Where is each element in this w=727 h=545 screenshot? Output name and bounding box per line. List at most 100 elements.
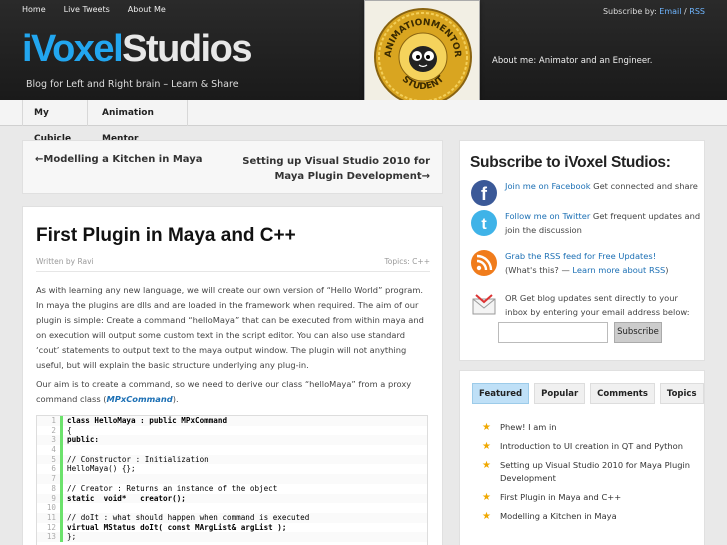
subscribe-title: Subscribe to iVoxel Studios:: [470, 154, 671, 171]
subscribe-rss-link[interactable]: RSS: [689, 7, 705, 16]
logo-part-1: iVoxel: [22, 28, 124, 70]
code-line-number: 13: [37, 532, 63, 542]
rss-text: Grab the RSS feed for Free Updates! (Wha…: [505, 249, 701, 277]
featured-item-label: Setting up Visual Studio 2010 for Maya P…: [500, 460, 691, 483]
facebook-text: Join me on Facebook Get connected and sh…: [505, 179, 701, 193]
code-line: 12 virtual MStatus doIt( const MArgList& …: [37, 522, 427, 533]
para2-before: Our aim is to create a command, so we ne…: [36, 379, 412, 404]
code-line-number: 6: [37, 464, 63, 475]
code-line-text: {: [67, 425, 72, 435]
code-line-number: 3: [37, 435, 63, 446]
code-line-number: 2: [37, 425, 63, 436]
twitter-text: Follow me on Twitter Get frequent update…: [505, 209, 701, 237]
rss-whats-this: (What's this? —: [505, 265, 573, 275]
featured-item-label: First Plugin in Maya and C++: [500, 492, 622, 502]
code-line-number: 7: [37, 474, 63, 484]
rss-close-paren: ): [665, 265, 669, 275]
site-logo[interactable]: iVoxelStudios: [22, 28, 252, 71]
prev-post-link[interactable]: ←Modelling a Kitchen in Maya: [35, 154, 203, 165]
email-icon: [472, 294, 496, 315]
list-item[interactable]: ★ Phew! I am in: [482, 421, 692, 434]
post-article: First Plugin in Maya and C++ Written by …: [22, 206, 443, 545]
post-topics[interactable]: Topics: C++: [385, 257, 431, 266]
code-line: 13};: [37, 532, 427, 542]
code-line-number: 10: [37, 503, 63, 513]
subscribe-by-label: Subscribe by:: [602, 7, 657, 16]
tabbed-widget: Featured Popular Comments Topics ★ Phew! …: [459, 370, 705, 545]
code-line: 10: [37, 503, 427, 513]
featured-list: ★ Phew! I am in ★ Introduction to UI creat…: [482, 421, 692, 529]
list-item[interactable]: ★ Setting up Visual Studio 2010 for Maya …: [482, 459, 692, 485]
rss-icon[interactable]: [470, 249, 498, 277]
main-nav: My Cubicle Animation Mentor: [0, 100, 727, 144]
badge-seal-icon: ANIMATIONMENTOR STUDENT: [374, 8, 472, 106]
featured-item-label: Modelling a Kitchen in Maya: [500, 511, 617, 521]
code-line-number: 1: [37, 416, 63, 426]
subscribe-button[interactable]: Subscribe: [614, 322, 662, 343]
code-line-number: 8: [37, 483, 63, 494]
topnav-home-link[interactable]: Home: [22, 5, 46, 14]
logo-part-2: Studios: [122, 28, 252, 70]
nav-animation-mentor[interactable]: Animation Mentor: [88, 100, 188, 144]
code-line-number: 4: [37, 445, 63, 455]
star-icon: ★: [482, 492, 491, 503]
tab-topics[interactable]: Topics: [659, 383, 704, 404]
topnav-live-tweets-link[interactable]: Live Tweets: [64, 5, 110, 14]
facebook-desc: Get connected and share: [590, 181, 698, 191]
next-post-link[interactable]: Setting up Visual Studio 2010 for Maya P…: [240, 154, 430, 184]
code-line-text: HelloMaya() {};: [67, 464, 136, 474]
code-line: 6 HelloMaya() {};: [37, 464, 427, 475]
star-icon: ★: [482, 511, 491, 522]
featured-item-label: Introduction to UI creation in QT and Py…: [500, 441, 683, 451]
code-line-text: // Creator : Returns an instance of the …: [67, 483, 278, 493]
code-line-text: static void* creator();: [67, 493, 186, 503]
code-line: 5 // Constructor : Initialization: [37, 454, 427, 465]
topnav-about-me-link[interactable]: About Me: [128, 5, 166, 14]
star-icon: ★: [482, 460, 491, 471]
top-nav: Home Live Tweets About Me: [22, 5, 166, 14]
post-title[interactable]: First Plugin in Maya and C++: [36, 225, 296, 247]
code-line: 2{: [37, 425, 427, 436]
svg-text:t: t: [481, 216, 487, 233]
tab-comments[interactable]: Comments: [590, 383, 655, 404]
code-line-number: 5: [37, 454, 63, 465]
code-line: 1 class HelloMaya : public MPxCommand: [37, 416, 427, 426]
code-line: 11 // doIt : what should happen when comm…: [37, 512, 427, 523]
facebook-link[interactable]: Join me on Facebook: [505, 181, 591, 191]
twitter-link[interactable]: Follow me on Twitter: [505, 211, 590, 221]
tab-popular[interactable]: Popular: [534, 383, 586, 404]
post-paragraph-1: As with learning any new language, we wi…: [36, 285, 424, 370]
facebook-icon[interactable]: f: [470, 179, 498, 207]
mpxcommand-link[interactable]: MPxCommand: [107, 394, 173, 404]
rss-feed-link[interactable]: Grab the RSS feed for Free Updates!: [505, 251, 656, 261]
code-line: 4: [37, 445, 427, 455]
animation-mentor-badge[interactable]: ANIMATIONMENTOR STUDENT: [364, 0, 480, 112]
rss-learn-more-link[interactable]: Learn more about RSS: [572, 265, 665, 275]
widget-tabs: Featured Popular Comments Topics: [472, 383, 704, 404]
nav-my-cubicle[interactable]: My Cubicle: [22, 100, 88, 144]
subscribe-email-link[interactable]: Email: [659, 7, 681, 16]
subscribe-sep: /: [684, 7, 687, 16]
code-line: 7: [37, 474, 427, 484]
email-input[interactable]: [498, 322, 608, 343]
code-line-number: 12: [37, 522, 63, 533]
code-line-text: class HelloMaya : public MPxCommand: [67, 416, 228, 425]
list-item[interactable]: ★ Introduction to UI creation in QT and P…: [482, 440, 692, 453]
para2-after: ).: [172, 394, 179, 404]
code-line: 9 static void* creator();: [37, 493, 427, 504]
tab-featured[interactable]: Featured: [472, 383, 530, 404]
list-item[interactable]: ★ Modelling a Kitchen in Maya: [482, 510, 692, 523]
svg-text:f: f: [481, 184, 488, 204]
twitter-icon[interactable]: t: [470, 209, 498, 237]
code-block: 1 class HelloMaya : public MPxCommand 2{3 p…: [36, 415, 428, 545]
post-paragraph-2: Our aim is to create a command, so we ne…: [36, 377, 430, 407]
code-line-text: // doIt : what should happen when comman…: [67, 512, 310, 522]
subscribe-by: Subscribe by: Email / RSS: [603, 7, 705, 16]
list-item[interactable]: ★ First Plugin in Maya and C++: [482, 491, 692, 504]
star-icon: ★: [482, 422, 491, 433]
code-line-text: public:: [67, 435, 100, 445]
star-icon: ★: [482, 441, 491, 452]
post-navigation: ←Modelling a Kitchen in Maya Setting up …: [22, 140, 443, 194]
